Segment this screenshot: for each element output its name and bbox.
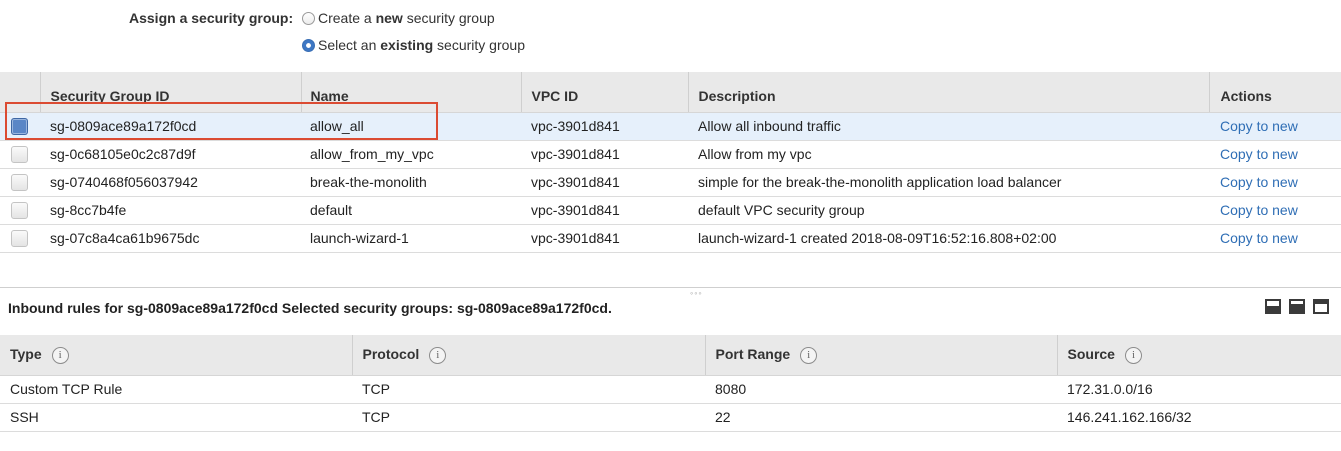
cell-vpc-id: vpc-3901d841 xyxy=(521,224,688,253)
cell-description: simple for the break-the-monolith applic… xyxy=(688,168,1209,197)
cell-description: Allow all inbound traffic xyxy=(688,112,1209,141)
info-icon[interactable]: i xyxy=(800,346,818,364)
cell-security-group-id: sg-0740468f056037942 xyxy=(40,168,301,197)
resize-grip-icon[interactable]: ◦◦◦ xyxy=(690,288,703,298)
cell-vpc-id: vpc-3901d841 xyxy=(521,168,688,197)
radio-button[interactable] xyxy=(302,38,315,52)
inbound-rules-table: Type i Protocol i Port Range i Source i Cust… xyxy=(0,335,1341,432)
radio-select-existing-group[interactable]: Select an existing security group xyxy=(302,37,525,53)
header-source: Source i xyxy=(1056,335,1341,376)
cell-security-group-id: sg-0809ace89a172f0cd xyxy=(40,112,301,141)
cell-security-group-id: sg-0c68105e0c2c87d9f xyxy=(40,140,301,169)
cell-security-group-id: sg-8cc7b4fe xyxy=(40,196,301,225)
pane-half-icon[interactable] xyxy=(1289,299,1305,314)
info-icon[interactable]: i xyxy=(1124,346,1142,364)
table-row[interactable]: sg-0c68105e0c2c87d9f allow_from_my_vpc v… xyxy=(0,140,1341,169)
radio-label: Create a new security group xyxy=(318,10,495,26)
info-icon[interactable]: i xyxy=(429,346,447,364)
row-checkbox[interactable] xyxy=(11,173,28,191)
cell-description: launch-wizard-1 created 2018-08-09T16:52… xyxy=(688,224,1209,253)
cell-port-range: 22 xyxy=(705,403,1057,432)
header-vpc-id[interactable]: VPC ID xyxy=(520,72,688,113)
table-row[interactable]: sg-0740468f056037942 break-the-monolith … xyxy=(0,168,1341,197)
cell-name: break-the-monolith xyxy=(301,168,521,197)
table-header-row: Type i Protocol i Port Range i Source i xyxy=(0,335,1341,376)
cell-source: 172.31.0.0/16 xyxy=(1057,375,1341,404)
table-row[interactable]: sg-07c8a4ca61b9675dc launch-wizard-1 vpc… xyxy=(0,224,1341,253)
row-checkbox[interactable] xyxy=(11,229,28,247)
pane-divider[interactable] xyxy=(0,287,1341,288)
radio-button[interactable] xyxy=(302,11,315,25)
pane-maximize-icon[interactable] xyxy=(1313,299,1329,314)
cell-type: Custom TCP Rule xyxy=(0,375,352,404)
cell-security-group-id: sg-07c8a4ca61b9675dc xyxy=(40,224,301,253)
copy-to-new-link[interactable]: Copy to new xyxy=(1220,146,1298,162)
pane-minimize-icon[interactable] xyxy=(1265,299,1281,314)
cell-name: allow_all xyxy=(301,112,521,141)
cell-protocol: TCP xyxy=(352,375,705,404)
radio-label: Select an existing security group xyxy=(318,37,525,53)
header-type: Type i xyxy=(0,335,352,376)
table-header-row: Security Group ID Name VPC ID Descriptio… xyxy=(0,72,1341,113)
copy-to-new-link[interactable]: Copy to new xyxy=(1220,118,1298,134)
cell-name: launch-wizard-1 xyxy=(301,224,521,253)
table-row: SSH TCP 22 146.241.162.166/32 xyxy=(0,403,1341,432)
copy-to-new-link[interactable]: Copy to new xyxy=(1220,202,1298,218)
cell-name: default xyxy=(301,196,521,225)
row-checkbox[interactable] xyxy=(11,145,28,163)
copy-to-new-link[interactable]: Copy to new xyxy=(1220,174,1298,190)
cell-port-range: 8080 xyxy=(705,375,1057,404)
info-icon[interactable]: i xyxy=(51,346,69,364)
row-checkbox[interactable] xyxy=(11,201,28,219)
table-row[interactable]: sg-0809ace89a172f0cd allow_all vpc-3901d… xyxy=(0,112,1341,141)
cell-description: Allow from my vpc xyxy=(688,140,1209,169)
cell-name: allow_from_my_vpc xyxy=(301,140,521,169)
cell-protocol: TCP xyxy=(352,403,705,432)
cell-type: SSH xyxy=(0,403,352,432)
header-port-range: Port Range i xyxy=(704,335,1057,376)
pane-size-controls xyxy=(1265,299,1329,314)
header-description[interactable]: Description xyxy=(687,72,1209,113)
table-row: Custom TCP Rule TCP 8080 172.31.0.0/16 xyxy=(0,375,1341,404)
cell-vpc-id: vpc-3901d841 xyxy=(521,140,688,169)
header-name[interactable]: Name xyxy=(300,72,521,113)
cell-source: 146.241.162.166/32 xyxy=(1057,403,1341,432)
header-protocol: Protocol i xyxy=(351,335,705,376)
radio-create-new-group[interactable]: Create a new security group xyxy=(302,10,495,26)
cell-description: default VPC security group xyxy=(688,196,1209,225)
header-security-group-id[interactable]: Security Group ID xyxy=(39,72,301,113)
assign-security-group-label: Assign a security group: xyxy=(129,10,294,26)
cell-vpc-id: vpc-3901d841 xyxy=(521,196,688,225)
header-actions: Actions xyxy=(1208,72,1341,113)
row-checkbox[interactable] xyxy=(11,117,28,135)
header-checkbox-column xyxy=(0,72,40,113)
table-row[interactable]: sg-8cc7b4fe default vpc-3901d841 default… xyxy=(0,196,1341,225)
copy-to-new-link[interactable]: Copy to new xyxy=(1220,230,1298,246)
cell-vpc-id: vpc-3901d841 xyxy=(521,112,688,141)
inbound-rules-title: Inbound rules for sg-0809ace89a172f0cd S… xyxy=(8,300,612,316)
security-groups-table: Security Group ID Name VPC ID Descriptio… xyxy=(0,72,1341,253)
